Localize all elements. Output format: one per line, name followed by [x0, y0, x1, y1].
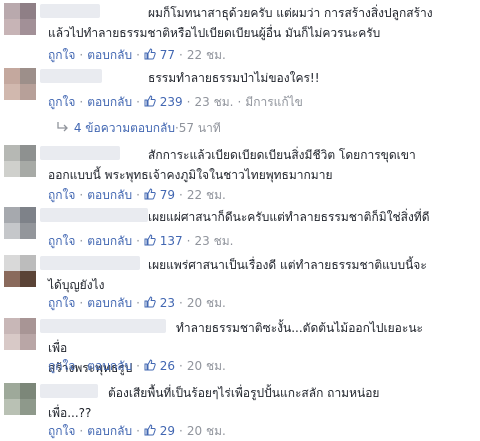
- like-count-button[interactable]: 23: [144, 296, 175, 310]
- avatar[interactable]: [4, 207, 36, 239]
- separator: ·: [136, 424, 140, 438]
- timestamp[interactable]: 22 ชม.: [187, 188, 226, 202]
- reply-link[interactable]: ตอบกลับ: [87, 234, 132, 248]
- separator: ·: [79, 48, 84, 62]
- edited-label[interactable]: มีการแก้ไข: [245, 95, 303, 109]
- separator: ·: [179, 359, 183, 373]
- like-count-button[interactable]: 239: [144, 95, 183, 109]
- avatar[interactable]: [4, 255, 36, 287]
- comment-actions: ถูกใจ · ตอบกลับ · 26 · 20 ชม.: [48, 358, 226, 374]
- separator: ·: [79, 234, 84, 248]
- separator: ·: [179, 296, 183, 310]
- like-link[interactable]: ถูกใจ: [48, 424, 75, 438]
- reply-link[interactable]: ตอบกลับ: [87, 48, 132, 62]
- avatar[interactable]: [4, 318, 36, 350]
- like-count: 137: [159, 234, 183, 248]
- like-count: 239: [159, 95, 183, 109]
- separator: ·: [136, 95, 140, 109]
- separator: ·: [136, 48, 140, 62]
- separator: ·: [179, 188, 183, 202]
- reply-link[interactable]: ตอบกลับ: [87, 424, 132, 438]
- like-count: 79: [159, 188, 176, 202]
- separator: ·: [79, 188, 84, 202]
- like-count-button[interactable]: 77: [144, 48, 175, 62]
- separator: ·: [186, 95, 191, 109]
- reply-link[interactable]: ตอบกลับ: [87, 188, 132, 202]
- comment-actions: ถูกใจ · ตอบกลับ · 79 · 22 ชม.: [48, 187, 226, 203]
- comment-text: ต้องเสียพื้นที่เป็นร้อยๆไร่เพื่อรูปปั้นแ…: [48, 386, 380, 420]
- separator: ·: [79, 95, 84, 109]
- comment-actions: ถูกใจ · ตอบกลับ · 77 · 22 ชม.: [48, 47, 226, 63]
- comment-actions: ถูกใจ · ตอบกลับ · 23 · 20 ชม.: [48, 295, 226, 311]
- like-count: 77: [159, 48, 176, 62]
- reply-arrow-icon: [57, 122, 68, 132]
- like-count-button[interactable]: 79: [144, 188, 175, 202]
- timestamp[interactable]: 20 ชม.: [187, 359, 226, 373]
- avatar[interactable]: [4, 383, 36, 415]
- comment-feed: ผมก็โมทนาสาธุด้วยครับ แต่ผมว่า การสร้างส…: [0, 0, 480, 441]
- separator: ·: [136, 359, 140, 373]
- comment-text: สักการะแล้วเบียดเบียดเบียนสิ่งมีชีวิต โด…: [48, 148, 416, 182]
- separator: ·: [79, 296, 84, 310]
- thumbs-up-icon: [144, 188, 156, 200]
- comment-text: ผมก็โมทนาสาธุด้วยครับ แต่ผมว่า การสร้างส…: [48, 6, 433, 40]
- timestamp[interactable]: 23 ชม.: [195, 95, 234, 109]
- thumbs-up-icon: [144, 95, 156, 107]
- avatar[interactable]: [4, 145, 36, 177]
- like-count-button[interactable]: 137: [144, 234, 183, 248]
- like-link[interactable]: ถูกใจ: [48, 95, 75, 109]
- comment-text: ธรรมทำลายธรรมป่าไม่ของใคร!!: [148, 71, 320, 85]
- thumbs-up-icon: [144, 296, 156, 308]
- like-link[interactable]: ถูกใจ: [48, 296, 75, 310]
- comment-actions: ถูกใจ · ตอบกลับ · 29 · 20 ชม.: [48, 423, 226, 439]
- like-count: 29: [159, 424, 176, 438]
- separator: ·: [79, 424, 84, 438]
- separator: ·: [136, 296, 140, 310]
- like-link[interactable]: ถูกใจ: [48, 188, 75, 202]
- reply-link[interactable]: ตอบกลับ: [87, 359, 132, 373]
- separator: ·: [179, 48, 183, 62]
- timestamp[interactable]: 22 ชม.: [187, 48, 226, 62]
- like-link[interactable]: ถูกใจ: [48, 234, 75, 248]
- like-link[interactable]: ถูกใจ: [48, 359, 75, 373]
- like-count: 23: [159, 296, 176, 310]
- thumbs-up-icon: [144, 48, 156, 60]
- separator: ·: [79, 359, 84, 373]
- separator: ·: [186, 234, 191, 248]
- separator: ·: [179, 424, 183, 438]
- comment-text: เผยแผ่ศาสนาก็ดีนะครับแต่ทำลายธรรมชาติก็ม…: [148, 210, 430, 224]
- comment-text: เผยแพร่ศาสนาเป็นเรื่องดี แต่ทำลายธรรมชาต…: [48, 258, 427, 292]
- thumbs-up-icon: [144, 234, 156, 246]
- like-count-button[interactable]: 26: [144, 359, 175, 373]
- view-replies-link[interactable]: 4 ข้อความตอบกลับ·57 นาที: [56, 120, 221, 136]
- separator: ·: [136, 234, 140, 248]
- reply-count-text[interactable]: 4 ข้อความตอบกลับ: [74, 121, 175, 135]
- like-count-button[interactable]: 29: [144, 424, 175, 438]
- timestamp[interactable]: 20 ชม.: [187, 296, 226, 310]
- thumbs-up-icon: [144, 424, 156, 436]
- reply-link[interactable]: ตอบกลับ: [87, 95, 132, 109]
- like-count: 26: [159, 359, 176, 373]
- avatar[interactable]: [4, 68, 36, 100]
- separator: ·: [237, 95, 242, 109]
- like-link[interactable]: ถูกใจ: [48, 48, 75, 62]
- avatar[interactable]: [4, 3, 36, 35]
- reply-time: 57 นาที: [178, 121, 221, 135]
- separator: ·: [136, 188, 140, 202]
- timestamp[interactable]: 20 ชม.: [187, 424, 226, 438]
- thumbs-up-icon: [144, 359, 156, 371]
- comment-actions: ถูกใจ · ตอบกลับ · 239 · 23 ชม. · มีการแก้ไข: [48, 94, 303, 110]
- timestamp[interactable]: 23 ชม.: [195, 234, 234, 248]
- reply-link[interactable]: ตอบกลับ: [87, 296, 132, 310]
- comment-actions: ถูกใจ · ตอบกลับ · 137 · 23 ชม.: [48, 233, 233, 249]
